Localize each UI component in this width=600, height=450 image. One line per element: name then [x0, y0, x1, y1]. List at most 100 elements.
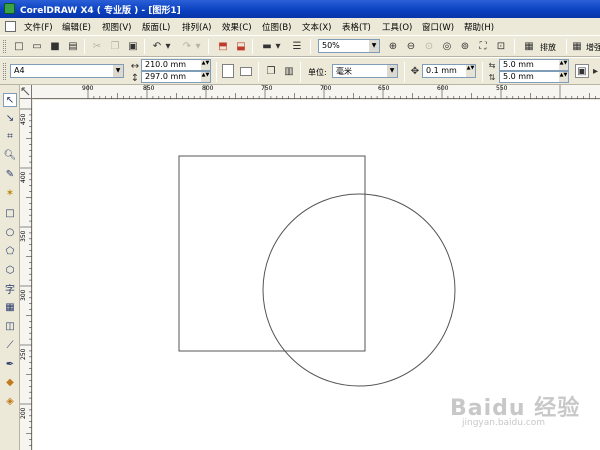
menu-text[interactable]: 文本(X) [302, 21, 331, 33]
launch-label[interactable]: 增强 [586, 42, 600, 53]
launcher-dropdown-icon[interactable]: ▾ [274, 39, 282, 53]
ellipse-tool-icon[interactable]: ○ [3, 225, 17, 239]
redo-icon[interactable]: ↷ [180, 39, 194, 53]
welcome-screen-icon[interactable]: ☰ [290, 39, 304, 53]
smart-fill-icon[interactable]: ✶ [3, 186, 17, 200]
toolbar-separator [404, 62, 405, 82]
all-pages-icon[interactable]: ❐ [264, 64, 278, 78]
menu-window[interactable]: 窗口(W) [422, 21, 454, 33]
outline-pen-icon[interactable]: ✒ [3, 357, 17, 371]
arrange-label[interactable]: 排放 [540, 42, 556, 53]
zoom-tool-icon[interactable]: 🔍︎ [3, 148, 17, 162]
shape-tool-icon[interactable]: ↘ [3, 111, 17, 125]
vertical-ruler[interactable]: 450 400 350 300 250 200 [20, 99, 32, 450]
spinner-icon[interactable]: ▲▼ [559, 60, 568, 70]
menu-view[interactable]: 视图(V) [102, 21, 131, 33]
zoom-level-select[interactable]: 50% ▼ [318, 39, 380, 53]
units-label: 单位: [308, 68, 327, 77]
fill-tool-icon[interactable]: ◆ [3, 375, 17, 389]
menu-arrange[interactable]: 排列(A) [182, 21, 211, 33]
interactive-blend-icon[interactable]: ◫ [3, 319, 17, 333]
document-icon[interactable] [5, 21, 16, 32]
polygon-tool-icon[interactable]: ⬠ [3, 244, 17, 258]
redo-dropdown-icon[interactable]: ▾ [194, 39, 202, 53]
menu-bitmaps[interactable]: 位图(B) [262, 21, 291, 33]
basic-shapes-icon[interactable]: ⬡ [3, 263, 17, 277]
menu-help[interactable]: 帮助(H) [464, 21, 494, 33]
copy-icon[interactable]: ❐ [108, 39, 122, 53]
page-width-field[interactable]: 210.0 mm ▲▼ [141, 59, 211, 71]
arrange-icon[interactable]: ▦ [522, 39, 536, 53]
ruler-label: 850 [143, 85, 155, 92]
toolbar-grip[interactable] [3, 40, 6, 53]
eyedropper-icon[interactable]: ⟋ [3, 338, 17, 352]
pick-tool-icon[interactable]: ↖ [3, 93, 17, 107]
zoom-page-width-icon[interactable]: ⛶ [476, 39, 490, 53]
nudge-distance-field[interactable]: 0.1 mm ▲▼ [422, 64, 476, 78]
zoom-in-icon[interactable]: ⊕ [386, 39, 400, 53]
watermark-url-text: jingyan.baidu.com [462, 418, 546, 428]
rectangle-tool-icon[interactable]: □ [3, 206, 17, 220]
menu-effects[interactable]: 效果(C) [222, 21, 252, 33]
page-width-value: 210.0 mm [145, 60, 187, 69]
save-icon[interactable]: ■ [48, 39, 62, 53]
zoom-page-icon[interactable]: ⊚ [458, 39, 472, 53]
landscape-icon[interactable] [240, 67, 252, 76]
toolbox: ↖ ↘ ⌗ 🔍︎ ✎ ✶ □ ○ ⬠ ⬡ 字 ▦ ◫ ⟋ ✒ ◆ ◈ [0, 85, 20, 450]
rectangle-shape[interactable] [178, 155, 366, 352]
menu-table[interactable]: 表格(T) [342, 21, 371, 33]
paper-size-select[interactable]: A4 ▼ [10, 64, 124, 78]
open-folder-icon[interactable]: ▭ [30, 39, 44, 53]
zoom-out-icon[interactable]: ⊖ [404, 39, 418, 53]
menu-edit[interactable]: 编辑(E) [62, 21, 91, 33]
portrait-icon[interactable] [222, 64, 234, 78]
treat-as-filled-icon[interactable]: ▣ [575, 64, 589, 78]
cut-icon[interactable]: ✂ [90, 39, 104, 53]
duplicate-distance-y-field[interactable]: 5.0 mm ▲▼ [499, 71, 569, 83]
ruler-origin[interactable] [20, 85, 32, 99]
page-height-field[interactable]: 297.0 mm ▲▼ [141, 71, 211, 83]
spinner-icon[interactable]: ▲▼ [201, 72, 210, 82]
spinner-icon[interactable]: ▲▼ [559, 72, 568, 82]
table-tool-icon[interactable]: ▦ [3, 300, 17, 314]
spinner-icon[interactable]: ▲▼ [201, 60, 210, 70]
toolbar-separator [566, 39, 567, 54]
ruler-label: 700 [320, 85, 332, 92]
print-icon[interactable]: ▤ [66, 39, 80, 53]
coreldraw-app-icon[interactable] [4, 3, 15, 14]
horizontal-ruler[interactable]: 900 850 800 750 700 650 600 550 [32, 85, 600, 99]
crop-tool-icon[interactable]: ⌗ [3, 129, 17, 143]
zoom-all-objects-icon[interactable]: ◎ [440, 39, 454, 53]
text-tool-icon[interactable]: 字 [3, 281, 17, 296]
current-page-icon[interactable]: ▥ [282, 64, 296, 78]
export-icon[interactable]: ⬓ [234, 39, 248, 53]
new-document-icon[interactable]: □ [12, 39, 26, 53]
page-height-value: 297.0 mm [145, 72, 187, 81]
menu-layout[interactable]: 版面(L) [142, 21, 170, 33]
spinner-icon[interactable]: ▲▼ [466, 65, 475, 77]
more-options-icon[interactable]: ▸ [591, 64, 600, 78]
interactive-fill-icon[interactable]: ◈ [3, 394, 17, 408]
duplicate-distance-x-field[interactable]: 5.0 mm ▲▼ [499, 59, 569, 71]
toolbar-grip[interactable] [3, 63, 6, 80]
menu-tools[interactable]: 工具(O) [382, 21, 412, 33]
undo-icon[interactable]: ↶ [150, 39, 164, 53]
toolbar-separator [514, 39, 515, 54]
menu-file[interactable]: 文件(F) [24, 21, 53, 33]
toolbar-separator [310, 39, 311, 54]
launch-icon[interactable]: ▦ [570, 39, 584, 53]
ellipse-shape[interactable] [262, 193, 456, 387]
nudge-icon: ✥ [410, 65, 420, 77]
freehand-tool-icon[interactable]: ✎ [3, 167, 17, 181]
import-icon[interactable]: ⬒ [216, 39, 230, 53]
undo-dropdown-icon[interactable]: ▾ [164, 39, 172, 53]
zoom-page-height-icon[interactable]: ⊡ [494, 39, 508, 53]
duplicate-y-icon: ⇅ [488, 72, 496, 82]
ruler-label: 650 [378, 85, 390, 92]
paste-icon[interactable]: ▣ [126, 39, 140, 53]
toolbar-separator [216, 62, 217, 82]
zoom-selected-icon[interactable]: ⊙ [422, 39, 436, 53]
ruler-label: 200 [20, 407, 27, 419]
application-launcher-icon[interactable]: ▬ [260, 39, 274, 53]
units-select[interactable]: 毫米 ▼ [332, 64, 398, 78]
